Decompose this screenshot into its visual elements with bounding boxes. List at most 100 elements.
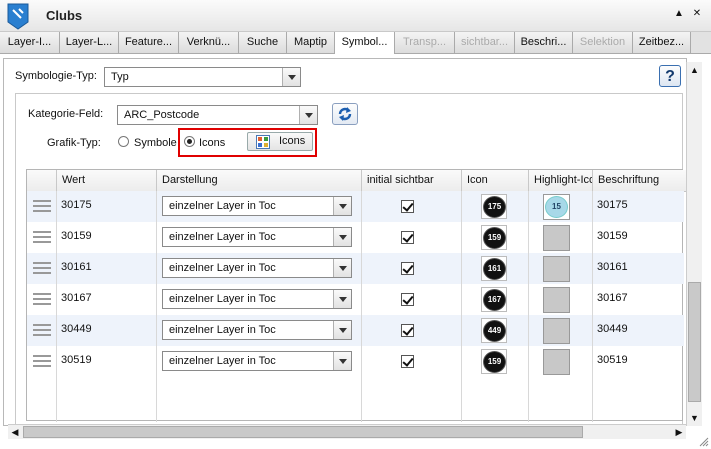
table-row[interactable]: 30161 einzelner Layer in Toc 161 30161 xyxy=(27,253,684,284)
radio-symbole[interactable] xyxy=(118,136,129,147)
initial-visible-checkbox[interactable] xyxy=(401,324,414,337)
tab-feature[interactable]: Feature... xyxy=(119,32,179,53)
row-handle-cell[interactable] xyxy=(27,346,57,377)
chevron-down-icon[interactable] xyxy=(282,68,300,86)
icon-picker[interactable]: 175 xyxy=(481,194,507,219)
collapse-icon[interactable]: ▲ xyxy=(673,7,685,21)
club-badge-icon: 449 xyxy=(484,321,505,341)
horizontal-scroll-thumb[interactable] xyxy=(23,426,583,438)
table-row[interactable]: 30159 einzelner Layer in Toc 159 30159 xyxy=(27,222,684,253)
symbology-type-dropdown[interactable]: Typ xyxy=(104,67,301,87)
darstellung-dropdown[interactable]: einzelner Layer in Toc xyxy=(162,227,352,247)
beschriftung-value: 30175 xyxy=(597,199,628,211)
table-row[interactable]: 30167 einzelner Layer in Toc 167 30167 xyxy=(27,284,684,315)
sichtbar-cell xyxy=(362,191,462,222)
radio-symbole-label: Symbole xyxy=(134,137,177,149)
darstellung-dropdown[interactable]: einzelner Layer in Toc xyxy=(162,196,352,216)
column-header-highlight-icon[interactable]: Highlight-Ico xyxy=(529,170,593,191)
drag-handle-icon[interactable] xyxy=(33,231,51,243)
column-header-initial-sichtbar[interactable]: initial sichtbar xyxy=(362,170,462,191)
club-badge-icon: 161 xyxy=(484,259,505,279)
tab-selektion[interactable]: Selektion xyxy=(573,32,633,53)
initial-visible-checkbox[interactable] xyxy=(401,293,414,306)
wert-cell: 30167 xyxy=(57,284,157,315)
chevron-down-icon[interactable] xyxy=(333,197,351,215)
column-header-wert[interactable]: Wert xyxy=(57,170,157,191)
icon-picker[interactable]: 161 xyxy=(481,256,507,281)
highlight-icon-cell xyxy=(529,222,593,253)
row-handle-cell[interactable] xyxy=(27,284,57,315)
drag-handle-icon[interactable] xyxy=(33,262,51,274)
close-icon[interactable]: ✕ xyxy=(691,7,703,21)
club-badge-icon: 175 xyxy=(484,197,505,217)
highlight-icon-picker[interactable] xyxy=(543,287,570,313)
club-badge-icon: 159 xyxy=(484,228,505,248)
column-header-beschriftung[interactable]: Beschriftung xyxy=(593,170,687,191)
highlight-icon-picker[interactable] xyxy=(543,256,570,282)
table-row[interactable]: 30175 einzelner Layer in Toc 175 15 30175 xyxy=(27,191,684,222)
initial-visible-checkbox[interactable] xyxy=(401,355,414,368)
column-header-handle[interactable] xyxy=(27,170,57,191)
darstellung-dropdown[interactable]: einzelner Layer in Toc xyxy=(162,258,352,278)
tab-beschriftung[interactable]: Beschri... xyxy=(515,32,573,53)
drag-handle-icon[interactable] xyxy=(33,324,51,336)
chevron-down-icon[interactable] xyxy=(333,290,351,308)
refresh-button[interactable] xyxy=(332,103,358,125)
row-handle-cell[interactable] xyxy=(27,222,57,253)
resize-grip-icon[interactable] xyxy=(699,437,709,447)
highlight-icon-picker[interactable]: 15 xyxy=(543,194,570,220)
tab-layer-info[interactable]: Layer-I... xyxy=(0,32,60,53)
scroll-left-icon[interactable]: ◀ xyxy=(8,425,22,439)
highlight-icon-picker[interactable] xyxy=(543,225,570,251)
initial-visible-checkbox[interactable] xyxy=(401,262,414,275)
tab-maptip[interactable]: Maptip xyxy=(287,32,335,53)
initial-visible-checkbox[interactable] xyxy=(401,231,414,244)
scroll-right-icon[interactable]: ▶ xyxy=(672,425,686,439)
drag-handle-icon[interactable] xyxy=(33,293,51,305)
tab-transparenz[interactable]: Transp... xyxy=(395,32,455,53)
chevron-down-icon[interactable] xyxy=(333,352,351,370)
column-header-darstellung[interactable]: Darstellung xyxy=(157,170,362,191)
highlight-icon-picker[interactable] xyxy=(543,349,570,375)
scroll-up-icon[interactable]: ▲ xyxy=(687,62,702,78)
highlight-icon-picker[interactable] xyxy=(543,318,570,344)
tab-symbologie[interactable]: Symbol... xyxy=(335,32,395,54)
tab-suche[interactable]: Suche xyxy=(239,32,287,53)
initial-visible-checkbox[interactable] xyxy=(401,200,414,213)
drag-handle-icon[interactable] xyxy=(33,355,51,367)
tab-sichtbarkeit[interactable]: sichtbar... xyxy=(455,32,515,53)
wert-value: 30519 xyxy=(61,354,92,366)
darstellung-dropdown[interactable]: einzelner Layer in Toc xyxy=(162,351,352,371)
chevron-down-icon[interactable] xyxy=(333,321,351,339)
tab-layer-list[interactable]: Layer-L... xyxy=(60,32,119,53)
category-grid: Wert Darstellung initial sichtbar Icon H… xyxy=(26,169,687,422)
row-handle-cell[interactable] xyxy=(27,191,57,222)
vertical-scroll-thumb[interactable] xyxy=(688,282,701,402)
chevron-down-icon[interactable] xyxy=(333,259,351,277)
tab-verknuepfung[interactable]: Verknü... xyxy=(179,32,239,53)
table-row[interactable]: 30519 einzelner Layer in Toc 159 30519 xyxy=(27,346,684,377)
chevron-down-icon[interactable] xyxy=(299,106,317,124)
icon-picker[interactable]: 159 xyxy=(481,225,507,250)
row-handle-cell[interactable] xyxy=(27,253,57,284)
icons-button[interactable]: Icons xyxy=(247,132,313,151)
row-handle-cell[interactable] xyxy=(27,315,57,346)
scroll-down-icon[interactable]: ▼ xyxy=(687,410,702,426)
help-button[interactable]: ? xyxy=(659,65,681,87)
vertical-scrollbar[interactable]: ▲ ▼ xyxy=(686,62,702,426)
icon-cell: 175 xyxy=(462,191,529,222)
darstellung-dropdown[interactable]: einzelner Layer in Toc xyxy=(162,320,352,340)
icon-picker[interactable]: 167 xyxy=(481,287,507,312)
darstellung-cell: einzelner Layer in Toc xyxy=(157,284,362,315)
tab-zeitbezug[interactable]: Zeitbez... xyxy=(633,32,691,53)
table-row[interactable]: 30449 einzelner Layer in Toc 449 30449 xyxy=(27,315,684,346)
icon-picker[interactable]: 449 xyxy=(481,318,507,343)
chevron-down-icon[interactable] xyxy=(333,228,351,246)
column-header-icon[interactable]: Icon xyxy=(462,170,529,191)
darstellung-dropdown[interactable]: einzelner Layer in Toc xyxy=(162,289,352,309)
icon-picker[interactable]: 159 xyxy=(481,349,507,374)
horizontal-scrollbar[interactable]: ◀ ▶ xyxy=(8,424,686,439)
wert-value: 30167 xyxy=(61,292,92,304)
drag-handle-icon[interactable] xyxy=(33,200,51,212)
category-field-dropdown[interactable]: ARC_Postcode xyxy=(117,105,318,125)
